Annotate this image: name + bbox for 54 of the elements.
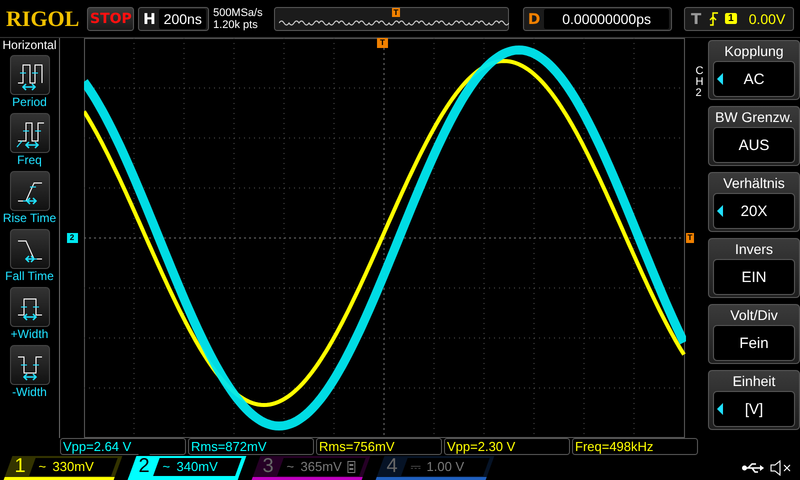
option-value[interactable]: AUS bbox=[713, 127, 795, 163]
timebase-field[interactable]: H 200ns bbox=[138, 6, 210, 30]
rising-edge-icon bbox=[709, 12, 720, 26]
measurement-readout: Vpp=2.30 V bbox=[444, 438, 570, 455]
measurement-readout: Vpp=2.64 V bbox=[60, 438, 186, 455]
channel-offset-marker[interactable]: 2 bbox=[66, 233, 78, 243]
coupling-symbol: ~ bbox=[38, 459, 46, 474]
trigger-source: 1 bbox=[725, 13, 737, 24]
measure-menu-item[interactable]: Freq bbox=[0, 113, 60, 167]
trigger-level-marker[interactable]: T bbox=[686, 233, 694, 243]
measure-menu-item[interactable]: Rise Time bbox=[0, 171, 60, 225]
memory-depth: 1.20k pts bbox=[213, 18, 259, 30]
channel-label: CH2 bbox=[696, 66, 704, 99]
trigger-marker: T bbox=[392, 8, 400, 16]
channel-scale: 330mV bbox=[52, 459, 94, 474]
option-value[interactable]: [V] bbox=[713, 391, 795, 427]
option-title: Verhältnis bbox=[723, 174, 785, 193]
channel-scale: 340mV bbox=[176, 459, 218, 474]
channel-tab[interactable]: 3 ~ 365mV bbox=[252, 456, 370, 480]
coupling-symbol: ~ bbox=[162, 459, 170, 474]
channel-tab[interactable]: 2 ~ 340mV bbox=[128, 456, 246, 480]
sample-rate: 500MSa/s bbox=[213, 6, 264, 18]
trigger-position-marker[interactable]: T bbox=[377, 38, 388, 48]
option-title: Einheit bbox=[732, 372, 776, 391]
measurement-readout: Rms=872mV bbox=[188, 438, 314, 455]
measure-menu-item[interactable]: +Width bbox=[0, 287, 60, 341]
measurement-readout: Freq=498kHz bbox=[572, 438, 698, 455]
option-value[interactable]: Fein bbox=[713, 325, 795, 361]
brand-logo: RIGOL bbox=[6, 6, 80, 32]
measurement-readout: Rms=756mV bbox=[316, 438, 442, 455]
trigger-panel[interactable]: T 1 0.00V bbox=[684, 6, 794, 30]
muted-speaker-icon bbox=[770, 460, 792, 476]
measure-menu-item[interactable]: -Width bbox=[0, 345, 60, 399]
channel-scale: 1.00 V bbox=[426, 459, 464, 474]
measure-menu-item[interactable]: Period bbox=[0, 55, 60, 109]
overview-wave-icon bbox=[278, 18, 509, 26]
usb-icon bbox=[742, 462, 764, 474]
option-title: BW Grenzw. bbox=[715, 108, 793, 127]
channel-tab[interactable]: 4 ⎓ 1.00 V bbox=[376, 456, 494, 480]
channel-scale: 365mV bbox=[300, 459, 342, 474]
option-title: Kopplung bbox=[724, 42, 784, 61]
menu-title: Horizontal bbox=[2, 38, 57, 52]
option-title: Invers bbox=[734, 240, 774, 259]
channel-tab[interactable]: 1 ~ 330mV bbox=[4, 456, 122, 480]
coupling-symbol: ⎓ bbox=[410, 458, 421, 474]
option-value[interactable]: 20X bbox=[713, 193, 795, 229]
coupling-symbol: ~ bbox=[286, 459, 294, 474]
delay-field[interactable]: D 0.00000000ps bbox=[523, 6, 672, 30]
option-title: Volt/Div bbox=[730, 306, 778, 325]
option-value[interactable]: AC bbox=[713, 61, 795, 97]
run-stop-button[interactable]: STOP bbox=[87, 6, 134, 30]
trigger-level: 0.00V bbox=[748, 10, 786, 26]
measure-menu-item[interactable]: Fall Time bbox=[0, 229, 60, 283]
option-value[interactable]: EIN bbox=[713, 259, 795, 295]
